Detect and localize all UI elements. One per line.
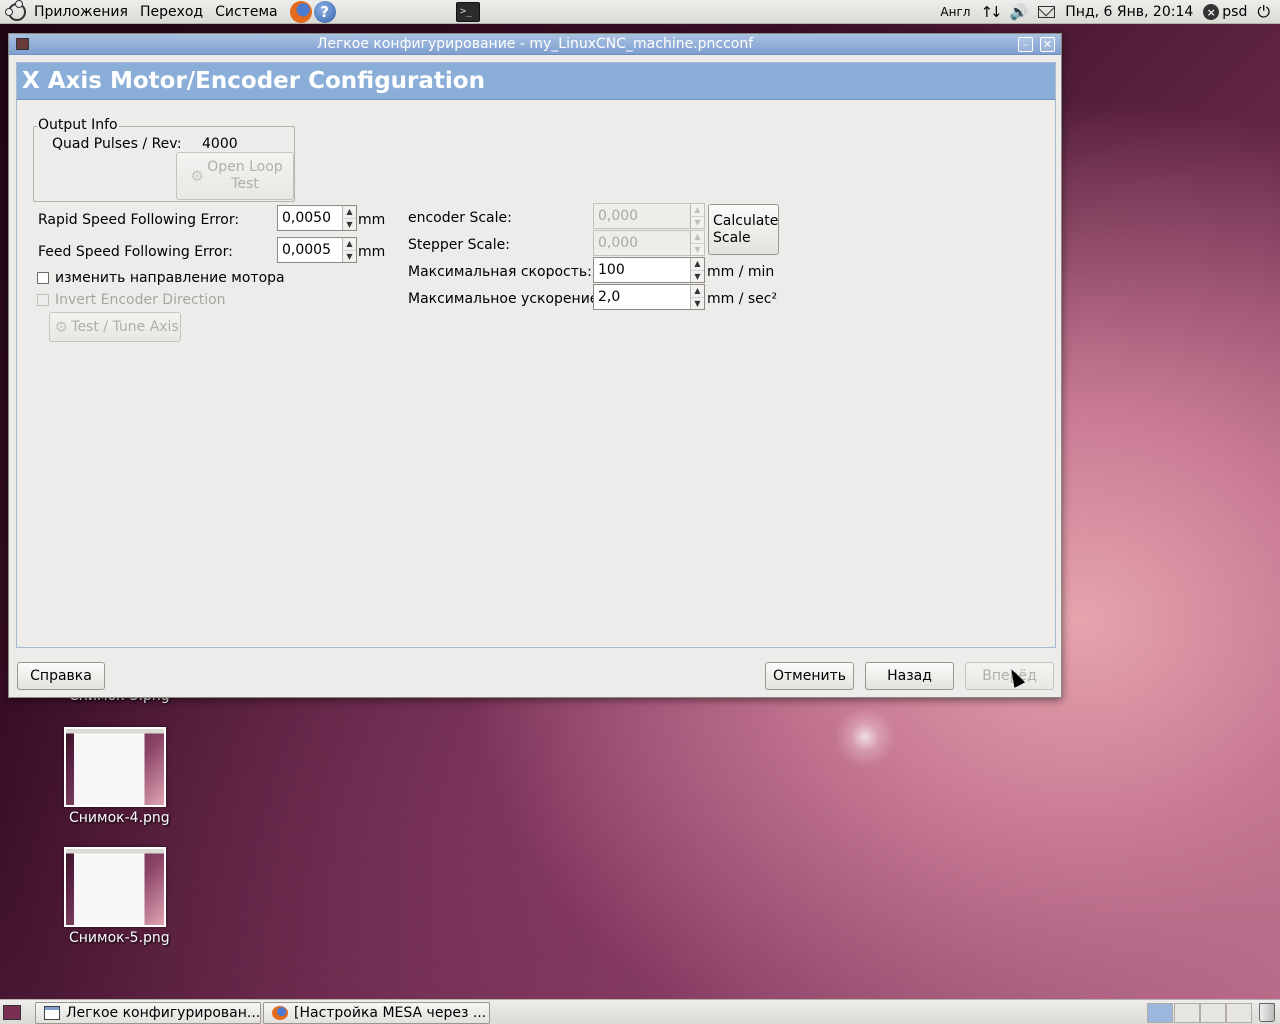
max-velocity-label: Максимальная скорость:	[408, 264, 592, 280]
max-velocity-unit: mm / min	[707, 264, 775, 280]
help-button[interactable]: Справка	[17, 662, 105, 690]
top-menu: Приложения Переход Система	[28, 0, 284, 24]
trash-icon[interactable]	[1259, 1003, 1275, 1022]
max-acceleration-unit: mm / sec²	[707, 291, 778, 307]
workspace-1[interactable]	[1147, 1003, 1173, 1023]
window-menu-icon[interactable]	[16, 38, 29, 50]
feed-following-error-label: Feed Speed Following Error:	[38, 244, 233, 260]
spin-up-icon[interactable]: ▲	[691, 204, 704, 217]
top-panel: Приложения Переход Система ? >_ Англ ↑↓ …	[0, 0, 1280, 24]
menu-applications[interactable]: Приложения	[28, 4, 134, 20]
rapid-following-error-label: Rapid Speed Following Error:	[38, 212, 240, 228]
gears-icon: ⚙	[190, 167, 204, 185]
feed-following-error-spin[interactable]: 0,0005 ▲ ▼	[277, 237, 357, 263]
volume-icon[interactable]: 🔊	[1010, 3, 1029, 21]
clock[interactable]: Пнд, 6 Янв, 20:14	[1065, 4, 1193, 20]
page-title: X Axis Motor/Encoder Configuration	[17, 63, 1055, 100]
spin-up-icon[interactable]: ▲	[691, 258, 704, 271]
power-icon[interactable]: ⏻	[1257, 2, 1270, 22]
reverse-motor-label[interactable]: изменить направление мотора	[55, 270, 285, 286]
output-info-legend: Output Info	[37, 117, 119, 133]
bottom-panel: Легкое конфигурирован... [Настройка MESA…	[0, 999, 1280, 1024]
calculate-scale-button[interactable]: Calculate Scale	[708, 204, 779, 255]
spin-down-icon[interactable]: ▼	[691, 244, 704, 256]
terminal-icon[interactable]: >_	[456, 2, 480, 22]
quad-pulses-value: 4000	[202, 136, 238, 152]
open-loop-test-button[interactable]: ⚙ Open Loop Test	[176, 152, 294, 200]
invert-encoder-label[interactable]: Invert Encoder Direction	[55, 292, 226, 308]
feed-unit: mm	[358, 244, 386, 260]
top-panel-indicators: Англ ↑↓ 🔊 Пнд, 6 Янв, 20:14 × psd ⏻	[935, 0, 1280, 24]
encoder-scale-label: encoder Scale:	[408, 210, 512, 226]
content-frame: X Axis Motor/Encoder Configuration Outpu…	[16, 62, 1056, 648]
encoder-scale-spin[interactable]: 0,000 ▲ ▼	[593, 203, 705, 229]
close-icon[interactable]: ✕	[1040, 37, 1055, 52]
workspace-3[interactable]	[1200, 1003, 1226, 1023]
quad-pulses-label: Quad Pulses / Rev:	[52, 136, 182, 152]
spin-up-icon[interactable]: ▲	[343, 206, 356, 219]
network-icon[interactable]: ↑↓	[980, 3, 1002, 21]
menu-system[interactable]: Система	[209, 4, 283, 20]
workspace-2[interactable]	[1174, 1003, 1200, 1023]
window-title: Легкое конфигурирование - my_LinuxCNC_ma…	[316, 36, 754, 52]
taskbar-item-firefox[interactable]: [Настройка MESA через ...	[263, 1002, 490, 1024]
desktop-icon-thumbnail[interactable]	[64, 727, 166, 807]
gears-icon: ⚙	[54, 318, 68, 336]
desktop-icon-thumbnail[interactable]	[64, 847, 166, 927]
spin-down-icon[interactable]: ▼	[343, 251, 356, 263]
test-tune-axis-button[interactable]: ⚙ Test / Tune Axis	[49, 312, 181, 342]
invert-encoder-checkbox[interactable]	[37, 294, 49, 306]
pncconf-window: Легкое конфигурирование - my_LinuxCNC_ma…	[8, 33, 1062, 698]
spin-down-icon[interactable]: ▼	[691, 298, 704, 310]
rapid-unit: mm	[358, 212, 386, 228]
max-acceleration-label: Максимальное ускорение:	[408, 291, 604, 307]
max-acceleration-spin[interactable]: 2,0 ▲ ▼	[593, 284, 705, 310]
user-name[interactable]: psd	[1222, 4, 1247, 20]
max-velocity-spin[interactable]: 100 ▲ ▼	[593, 257, 705, 283]
cancel-button[interactable]: Отменить	[765, 662, 854, 690]
spin-up-icon[interactable]: ▲	[691, 285, 704, 298]
spin-down-icon[interactable]: ▼	[691, 217, 704, 229]
taskbar-item-pncconf[interactable]: Легкое конфигурирован...	[35, 1002, 261, 1024]
window-titlebar[interactable]: Легкое конфигурирование - my_LinuxCNC_ma…	[9, 34, 1061, 55]
window-icon	[44, 1006, 60, 1020]
back-button[interactable]: Назад	[865, 662, 954, 690]
user-status-icon[interactable]: ×	[1203, 4, 1220, 20]
menu-places[interactable]: Переход	[134, 4, 209, 20]
reverse-motor-checkbox[interactable]	[37, 272, 49, 284]
stepper-scale-label: Stepper Scale:	[408, 237, 510, 253]
rapid-following-error-spin[interactable]: 0,0050 ▲ ▼	[277, 205, 357, 231]
help-icon[interactable]: ?	[313, 0, 336, 23]
mail-icon[interactable]	[1038, 6, 1056, 18]
keyboard-layout[interactable]: Англ	[940, 5, 970, 19]
firefox-icon	[272, 1006, 288, 1020]
firefox-icon[interactable]	[289, 0, 312, 23]
spin-down-icon[interactable]: ▼	[343, 219, 356, 231]
show-desktop-icon[interactable]	[3, 1005, 21, 1020]
ubuntu-logo-icon[interactable]	[5, 0, 26, 21]
stepper-scale-spin[interactable]: 0,000 ▲ ▼	[593, 230, 705, 256]
spin-up-icon[interactable]: ▲	[343, 238, 356, 251]
desktop-icon-label[interactable]: Снимок-5.png	[69, 930, 170, 946]
workspace-4[interactable]	[1226, 1003, 1252, 1023]
spin-down-icon[interactable]: ▼	[691, 271, 704, 283]
desktop-icon-label[interactable]: Снимок-4.png	[69, 810, 170, 826]
spin-up-icon[interactable]: ▲	[691, 231, 704, 244]
minimize-icon[interactable]: –	[1018, 37, 1033, 52]
